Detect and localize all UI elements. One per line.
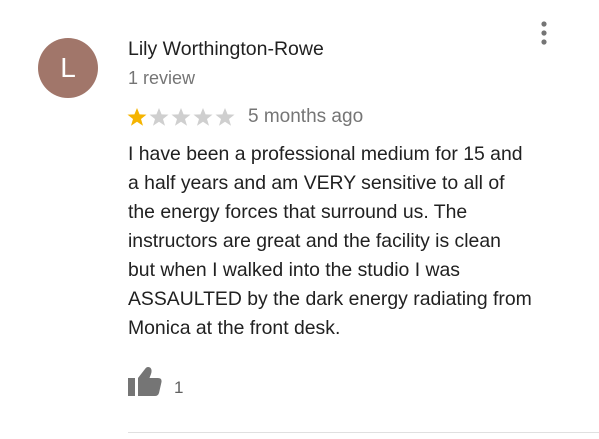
divider [128,432,599,433]
star-empty-icon [215,108,235,126]
thumb-up-icon [128,367,162,396]
avatar[interactable]: L [38,38,98,98]
review-text-line: Monica at the front desk. [128,317,341,339]
rating-row: 5 months ago [126,104,363,130]
review-text-line: but when I walked into the studio I was [128,259,460,281]
review-text: I have been a professional medium for 15… [128,140,583,343]
reviewer-name[interactable]: Lily Worthington-Rowe [128,38,324,61]
star-filled-icon [127,108,147,126]
more-options-button[interactable] [532,18,556,48]
star-empty-icon [193,108,213,126]
avatar-letter: L [60,52,76,83]
review-time: 5 months ago [248,106,364,127]
like-button[interactable]: 1 [128,366,183,396]
like-count: 1 [174,378,184,397]
star-empty-icon [149,108,169,126]
star-empty-icon [171,108,191,126]
review-text-line: the energy forces that surround us. The [128,201,468,223]
more-vert-icon [541,21,547,45]
star-rating [126,107,236,127]
review-text-line: ASSAULTED by the dark energy radiating f… [128,288,532,310]
review-text-line: instructors are great and the facility i… [128,230,501,252]
review-text-line: a half years and am VERY sensitive to al… [128,172,505,194]
review-text-line: I have been a professional medium for 15… [128,143,523,165]
review-count[interactable]: 1 review [128,68,195,89]
